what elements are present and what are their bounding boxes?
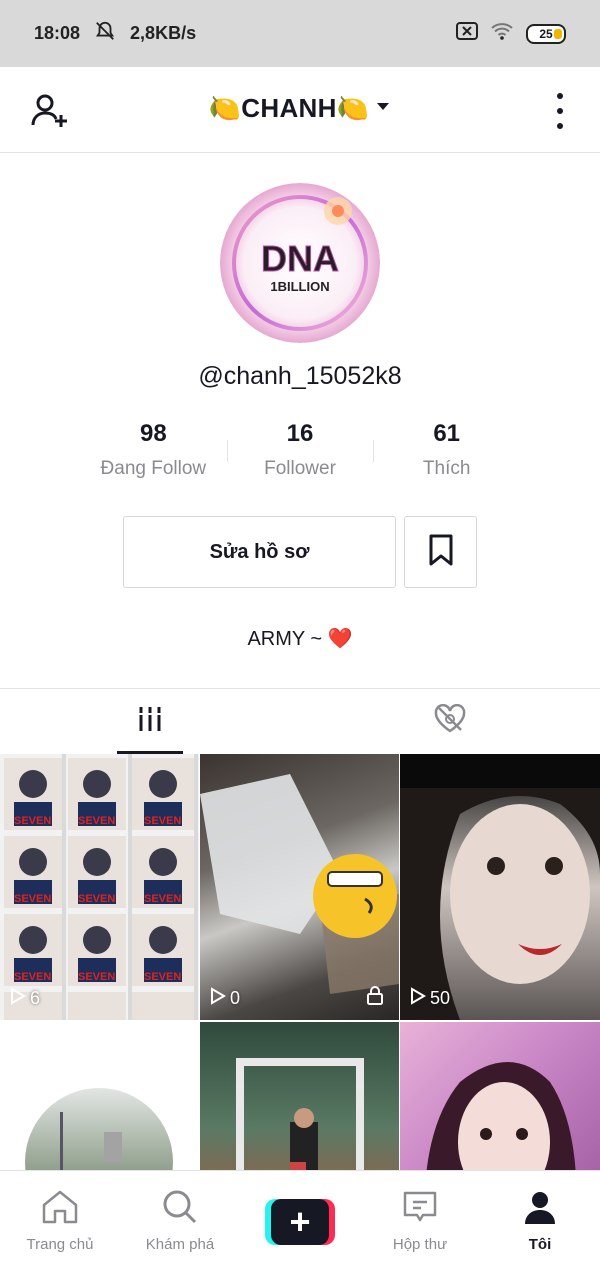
content-tabs <box>0 688 600 754</box>
bottom-navigation: Trang chủ Khám phá + Hộp thư Tôi <box>0 1170 600 1267</box>
view-count: 6 <box>10 987 40 1010</box>
profile-header: 🍋CHANH🍋 <box>0 67 600 153</box>
create-button[interactable]: + <box>265 1199 335 1245</box>
view-count: 50 <box>410 987 450 1010</box>
video-thumbnail[interactable]: 0 <box>200 754 399 1020</box>
header-title: 🍋CHANH🍋 <box>208 93 370 123</box>
stat-divider <box>227 440 228 462</box>
tab-videos[interactable] <box>0 689 300 754</box>
collage-tile-text: SEVEN <box>14 815 51 827</box>
view-count-value: 50 <box>430 988 451 1008</box>
play-icon <box>410 987 426 1010</box>
video-thumbnail[interactable]: SEVEN SEVEN SEVEN SEVEN SEVEN SEVEN SEVEN SEV… <box>0 754 199 1020</box>
stat-followers[interactable]: 16 Follower <box>227 420 374 480</box>
nav-inbox[interactable]: Hộp thư <box>360 1171 480 1267</box>
likes-label: Thích <box>422 458 471 479</box>
tab-liked[interactable] <box>300 689 600 754</box>
nav-home-label: Trang chủ <box>26 1236 94 1253</box>
followers-count: 16 <box>286 420 314 447</box>
edit-profile-button[interactable]: Sửa hồ sơ <box>123 516 396 588</box>
battery-icon: 25 <box>526 23 566 44</box>
stat-likes[interactable]: 61 Thích <box>373 420 520 480</box>
view-count-value: 6 <box>30 988 41 1008</box>
avatar[interactable]: DNA 1BILLION <box>220 183 380 343</box>
collage-image: SEVEN SEVEN SEVEN SEVEN SEVEN SEVEN SEVEN SEV… <box>4 758 194 1020</box>
battery-level: 25 <box>539 26 553 41</box>
username: @chanh_15052k8 <box>198 362 402 390</box>
bio-text: ARMY ~ ❤️ <box>247 628 353 650</box>
status-time: 18:08 <box>34 23 81 43</box>
caret-down-icon <box>375 100 391 118</box>
following-label: Đang Follow <box>100 458 207 479</box>
play-icon <box>10 987 26 1010</box>
search-icon <box>161 1189 199 1230</box>
nav-me[interactable]: Tôi <box>480 1171 600 1267</box>
wifi-icon <box>490 21 514 46</box>
collage-tile-text: SEVEN <box>144 893 181 905</box>
plus-icon: + <box>271 1199 329 1245</box>
bookmark-icon <box>428 534 454 571</box>
profile-stats: 98 Đang Follow 16 Follower 61 Thích <box>80 420 520 480</box>
lock-icon <box>365 985 385 1010</box>
collage-tile-text: SEVEN <box>78 893 115 905</box>
nav-inbox-label: Hộp thư <box>392 1236 448 1253</box>
profile-icon <box>522 1189 558 1230</box>
grid-icon <box>136 705 164 738</box>
video-image <box>200 774 399 994</box>
more-options-icon[interactable] <box>552 93 568 129</box>
collage-tile-text: SEVEN <box>144 971 181 983</box>
view-count-value: 0 <box>230 988 241 1008</box>
collage-tile-text: SEVEN <box>14 971 51 983</box>
nav-discover[interactable]: Khám phá <box>120 1171 240 1267</box>
avatar-subtext: 1BILLION <box>270 279 329 294</box>
no-sim-icon <box>456 22 478 45</box>
home-icon <box>40 1189 80 1230</box>
view-count: 0 <box>210 987 240 1010</box>
likes-count: 61 <box>433 420 461 447</box>
inbox-icon <box>401 1189 439 1230</box>
video-image <box>400 788 600 1020</box>
nav-discover-label: Khám phá <box>145 1236 215 1253</box>
video-thumbnail[interactable]: 50 <box>400 754 600 1020</box>
avatar-text: DNA <box>261 238 339 279</box>
followers-label: Follower <box>264 458 336 479</box>
collage-tile-text: SEVEN <box>78 971 115 983</box>
nav-me-label: Tôi <box>528 1236 552 1253</box>
collage-tile-text: SEVEN <box>14 893 51 905</box>
hidden-heart-icon <box>433 703 467 739</box>
nav-home[interactable]: Trang chủ <box>0 1171 120 1267</box>
favorites-button[interactable] <box>404 516 477 588</box>
play-icon <box>210 987 226 1010</box>
following-count: 98 <box>139 420 167 447</box>
stat-divider <box>373 440 374 462</box>
nav-create[interactable]: + <box>240 1171 360 1267</box>
stat-following[interactable]: 98 Đang Follow <box>80 420 227 480</box>
silent-bell-icon <box>94 20 116 47</box>
network-speed: 2,8KB/s <box>130 23 197 43</box>
account-switcher[interactable]: 🍋CHANH🍋 <box>0 93 600 124</box>
status-bar: 18:08 2,8KB/s 25 <box>0 0 600 67</box>
collage-tile-text: SEVEN <box>78 815 115 827</box>
collage-tile-text: SEVEN <box>144 815 181 827</box>
